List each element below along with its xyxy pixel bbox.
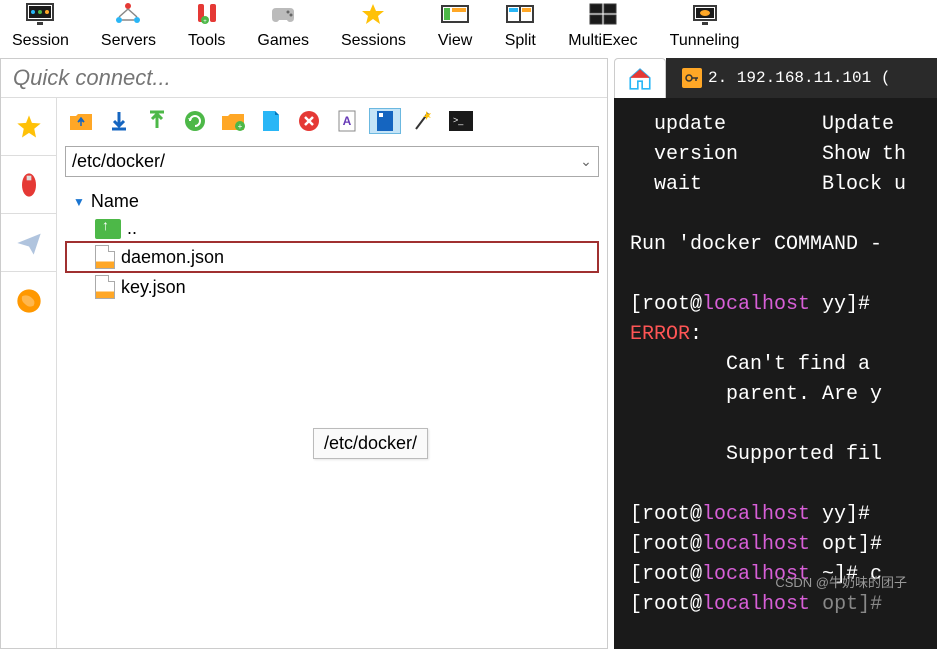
path-input[interactable] (66, 147, 574, 176)
file-item[interactable]: key.json (65, 273, 599, 301)
tab-terminal[interactable]: 2. 192.168.11.101 ( (666, 58, 937, 98)
globe-icon (15, 287, 43, 315)
games-icon (267, 0, 299, 30)
path-tooltip: /etc/docker/ (313, 428, 428, 459)
quick-connect-bar (1, 59, 607, 98)
side-tab-sftp[interactable] (1, 272, 56, 330)
svg-text:>_: >_ (453, 115, 464, 125)
tab-home[interactable] (614, 58, 666, 98)
knife-icon (15, 171, 43, 199)
path-dropdown[interactable]: ⌄ (574, 153, 598, 170)
tools-icon: + (191, 0, 223, 30)
side-tab-tools[interactable] (1, 156, 56, 214)
toolbar-label: Split (505, 32, 536, 50)
star-icon (15, 113, 43, 141)
file-item[interactable]: daemon.json (65, 241, 599, 273)
toolbar-label: MultiExec (568, 32, 637, 50)
svg-text:+: + (203, 19, 207, 25)
toolbar-games[interactable]: Games (257, 0, 309, 50)
edit-button[interactable]: A (331, 108, 363, 134)
file-browser: + A >_ ⌄ ▼ Name (57, 98, 607, 648)
toolbar-view[interactable]: View (438, 0, 472, 50)
right-panel: 2. 192.168.11.101 ( update Update versio… (614, 58, 937, 649)
file-tree: ▼ Name .. daemon.json key.json (57, 179, 607, 648)
sessions-icon (357, 0, 389, 30)
toolbar-label: Sessions (341, 32, 406, 50)
file-icon (95, 275, 115, 299)
side-tabs (1, 98, 57, 648)
side-tab-macros[interactable] (1, 214, 56, 272)
toolbar-split[interactable]: Split (504, 0, 536, 50)
terminal-output[interactable]: update Update version Show th wait Block… (614, 98, 937, 649)
left-panel: + A >_ ⌄ ▼ Name (0, 58, 608, 649)
toolbar-label: Games (257, 32, 309, 50)
toolbar-multiexec[interactable]: MultiExec (568, 0, 637, 50)
toolbar-session[interactable]: Session (12, 0, 69, 50)
side-tab-favorites[interactable] (1, 98, 56, 156)
terminal-button[interactable]: >_ (445, 108, 477, 134)
collapse-icon: ▼ (73, 195, 85, 209)
new-file-button[interactable] (255, 108, 287, 134)
refresh-button[interactable] (179, 108, 211, 134)
tab-bar: 2. 192.168.11.101 ( (614, 58, 937, 98)
parent-folder[interactable]: .. (65, 216, 599, 241)
paperplane-icon (15, 229, 43, 257)
home-icon (627, 66, 653, 92)
split-icon (504, 0, 536, 30)
key-icon (682, 68, 702, 88)
delete-button[interactable] (293, 108, 325, 134)
toolbar-tools[interactable]: + Tools (188, 0, 225, 50)
toolbar-label: Tunneling (670, 32, 740, 50)
main-area: + A >_ ⌄ ▼ Name (0, 58, 937, 649)
upload-button[interactable] (141, 108, 173, 134)
toolbar-label: Servers (101, 32, 156, 50)
quick-connect-input[interactable] (13, 65, 595, 91)
download-button[interactable] (103, 108, 135, 134)
file-name: key.json (121, 277, 186, 298)
view-icon (439, 0, 471, 30)
multiexec-icon (587, 0, 619, 30)
tree-header[interactable]: ▼ Name (65, 187, 599, 216)
path-bar: ⌄ (65, 146, 599, 177)
session-icon (24, 0, 56, 30)
parent-label: .. (127, 218, 137, 239)
folder-up-button[interactable] (65, 108, 97, 134)
folder-up-icon (95, 219, 121, 239)
toolbar-label: View (438, 32, 472, 50)
browser-area: + A >_ ⌄ ▼ Name (1, 98, 607, 648)
toolbar-tunneling[interactable]: Tunneling (670, 0, 740, 50)
file-icon (95, 245, 115, 269)
main-toolbar: Session Servers + Tools Games Sessions V… (0, 0, 937, 50)
new-folder-button[interactable]: + (217, 108, 249, 134)
svg-text:A: A (343, 114, 352, 128)
toolbar-servers[interactable]: Servers (101, 0, 156, 50)
svg-text:+: + (238, 122, 243, 131)
column-name: Name (91, 191, 139, 212)
toolbar-label: Session (12, 32, 69, 50)
tab-label: 2. 192.168.11.101 ( (708, 66, 890, 90)
properties-button[interactable] (369, 108, 401, 134)
tunneling-icon (689, 0, 721, 30)
watermark: CSDN @牛奶味的团子 (775, 572, 907, 591)
file-name: daemon.json (121, 247, 224, 268)
wizard-button[interactable] (407, 108, 439, 134)
toolbar-sessions[interactable]: Sessions (341, 0, 406, 50)
servers-icon (112, 0, 144, 30)
file-toolbar: + A >_ (57, 98, 607, 144)
toolbar-label: Tools (188, 32, 225, 50)
